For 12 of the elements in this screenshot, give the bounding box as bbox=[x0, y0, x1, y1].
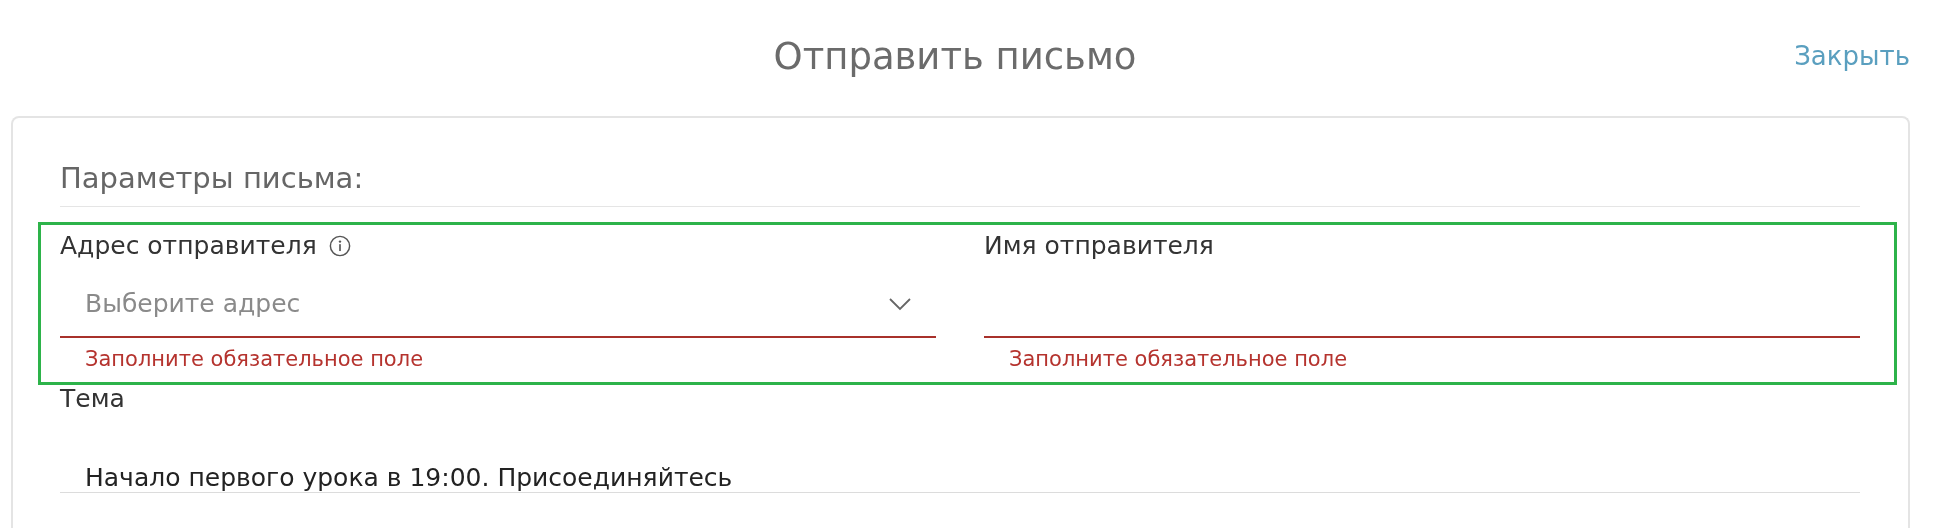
field-label: Адрес отправителя bbox=[60, 232, 317, 260]
section-heading: Параметры письма: bbox=[60, 118, 1860, 207]
close-link[interactable]: Закрыть bbox=[1794, 41, 1910, 71]
field-label: Тема bbox=[60, 385, 125, 413]
field-label: Имя отправителя bbox=[984, 232, 1214, 260]
chevron-down-icon bbox=[888, 297, 912, 311]
select-field[interactable]: Выберите адрес bbox=[60, 260, 936, 338]
dialog-title: Отправить письмо bbox=[773, 34, 1137, 78]
input-field[interactable]: Начало первого урока в 19:00. Присоединяйтесь bbox=[60, 413, 1860, 493]
info-icon[interactable] bbox=[328, 235, 351, 257]
error-message: Заполните обязательное поле bbox=[84, 347, 425, 371]
error-message: Заполните обязательное поле bbox=[1008, 347, 1349, 371]
